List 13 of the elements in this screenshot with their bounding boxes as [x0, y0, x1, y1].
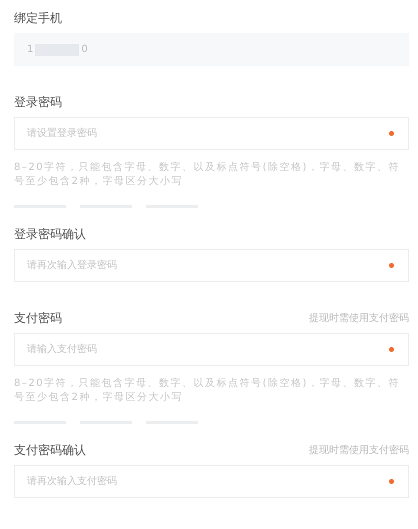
password-field[interactable]: 请设置登录密码 — [14, 117, 409, 150]
field-label: 支付密码确认 — [14, 442, 86, 458]
field-note: 提现时需使用支付密码 — [309, 312, 409, 325]
phone-number-end: 0 — [81, 44, 88, 55]
phone-number-start: 1 — [27, 44, 34, 55]
password-field[interactable]: 请再次输入支付密码 — [14, 465, 409, 498]
password-field[interactable]: 请输入支付密码 — [14, 333, 409, 366]
field-label: 登录密码 — [14, 94, 62, 110]
field-label: 登录密码确认 — [14, 226, 86, 242]
field-note: 提现时需使用支付密码 — [309, 444, 409, 457]
field-label: 支付密码 — [14, 310, 62, 326]
password-field[interactable]: 请再次输入登录密码 — [14, 249, 409, 282]
field-label: 绑定手机 — [14, 10, 62, 26]
